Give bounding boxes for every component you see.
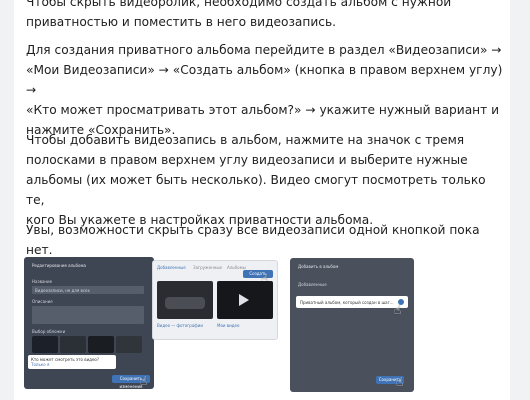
video-caption: Мои видео: [217, 323, 240, 328]
privacy-answer: Только я: [31, 362, 50, 367]
video-caption: Видео — фотографии: [157, 323, 203, 328]
text-line: альбомы (их может быть несколько). Видео…: [26, 173, 486, 207]
screenshot-add-to-album[interactable]: Добавить в альбом Добавленные Приватный …: [290, 258, 414, 392]
cover-thumb: [88, 336, 114, 353]
answer-card: Чтобы скрыть видеоролик, необходимо созд…: [14, 0, 510, 400]
text-line: Для создания приватного альбома перейдит…: [26, 43, 502, 57]
dialog-title: Добавить в альбом: [298, 264, 339, 269]
paragraph-add-video: Чтобы добавить видеозапись в альбом, наж…: [26, 130, 506, 230]
field-label: Название: [32, 279, 53, 284]
text-line: Чтобы скрыть видеоролик, необходимо созд…: [26, 0, 452, 9]
cover-thumb: [60, 336, 86, 353]
privacy-popup: Кто может смотреть это видео? Только я: [28, 355, 116, 369]
pointer-icon: ☝: [140, 374, 148, 388]
pointer-icon: ☝: [396, 375, 404, 389]
create-album-button[interactable]: Создать альбом: [243, 270, 273, 284]
text-line: «Кто может просматривать этот альбом?» →…: [26, 103, 500, 117]
dialog-title: Редактирование альбома: [32, 263, 86, 268]
field-label: Описание: [32, 299, 53, 304]
screenshot-videos-page[interactable]: Добавленные Загруженные Альбомы Создать …: [152, 260, 278, 340]
paragraph-create-album: Для создания приватного альбома перейдит…: [26, 40, 506, 140]
tab-albums: Альбомы: [227, 265, 246, 270]
dialog-subtitle: Добавленные: [298, 282, 327, 287]
text-line: Увы, возможности скрыть сразу все видеоз…: [26, 223, 480, 257]
cover-thumb: [32, 336, 58, 353]
screenshot-album-edit[interactable]: Редактирование альбома Название Видеозап…: [24, 257, 154, 389]
paragraph-limitation: Увы, возможности скрыть сразу все видеоз…: [26, 220, 506, 260]
text-line: полосками в правом верхнем углу видеозап…: [26, 153, 468, 167]
pointer-icon: ☝: [394, 303, 402, 317]
name-input: Видеозаписи, не для всех: [32, 286, 144, 294]
cover-thumb: [116, 336, 142, 353]
video-thumb: [217, 281, 273, 319]
album-option-label: Приватный альбом, который создан в шаг..…: [300, 300, 394, 305]
tab-uploaded: Загруженные: [193, 265, 222, 270]
text-line: Чтобы добавить видеозапись в альбом, наж…: [26, 133, 465, 147]
album-option[interactable]: Приватный альбом, который создан в шаг..…: [296, 296, 408, 308]
play-icon: [239, 294, 249, 306]
description-input: [32, 306, 144, 324]
text-line: приватностью и поместить в него видеозап…: [26, 15, 337, 29]
name-value: Видеозаписи, не для всех: [35, 288, 90, 293]
paragraph-intro: Чтобы скрыть видеоролик, необходимо созд…: [26, 0, 506, 32]
video-scene: [165, 297, 205, 309]
section-label: Выбор обложки: [32, 329, 66, 334]
tab-added: Добавленные: [157, 265, 186, 270]
text-line: «Мои Видеозаписи» → «Создать альбом» (кн…: [26, 63, 503, 97]
video-thumb: [157, 281, 213, 319]
